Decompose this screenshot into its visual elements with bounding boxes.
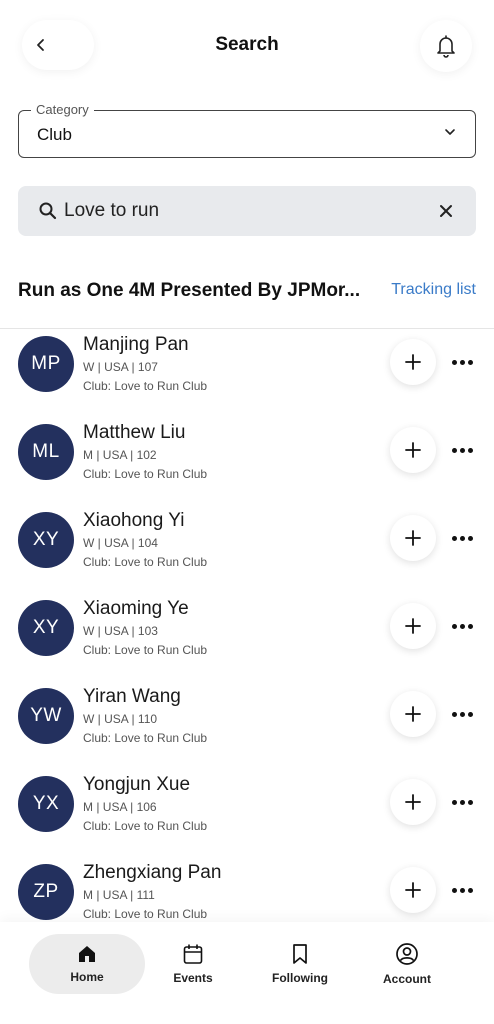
plus-icon [405,794,421,810]
follow-button[interactable] [390,339,436,385]
tab-label: Account [383,972,431,986]
avatar: MP [18,336,74,392]
runner-club: Club: Love to Run Club [83,819,208,833]
runner-club: Club: Love to Run Club [83,467,208,481]
tab-home[interactable]: Home [29,934,145,994]
runner-meta: W | USA | 103 [83,624,158,638]
category-label: Category [31,101,94,119]
plus-icon [405,618,421,634]
runner-club: Club: Love to Run Club [83,643,208,657]
search-input[interactable] [64,194,424,228]
more-icon[interactable] [448,354,476,370]
header: Search [0,0,494,92]
close-icon[interactable] [438,203,454,219]
avatar: XY [18,600,74,656]
home-icon [79,946,95,962]
chevron-down-icon [445,129,455,135]
follow-button[interactable] [390,691,436,737]
runner-meta: M | USA | 111 [83,888,155,902]
follow-button[interactable] [390,603,436,649]
runner-item[interactable]: YX Yongjun Xue M | USA | 106 Club: Love … [0,774,494,862]
plus-icon [405,530,421,546]
bookmark-icon [293,944,307,964]
runner-item[interactable]: MP Manjing Pan W | USA | 107 Club: Love … [0,334,494,422]
runner-name: Yongjun Xue [83,774,191,795]
runner-name: Yiran Wang [83,686,181,707]
notifications-button[interactable] [420,20,472,72]
runner-list: MP Manjing Pan W | USA | 107 Club: Love … [0,334,494,950]
plus-icon [405,882,421,898]
more-icon[interactable] [448,442,476,458]
runner-meta: M | USA | 102 [83,448,157,462]
tab-events[interactable]: Events [135,934,251,994]
avatar: ML [18,424,74,480]
runner-name: Xiaoming Ye [83,598,189,619]
runner-item[interactable]: XY Xiaohong Yi W | USA | 104 Club: Love … [0,510,494,598]
avatar: ZP [18,864,74,920]
search-bar [18,186,476,236]
more-icon[interactable] [448,618,476,634]
more-icon[interactable] [448,530,476,546]
avatar: YW [18,688,74,744]
runner-meta: W | USA | 107 [83,360,158,374]
follow-button[interactable] [390,779,436,825]
tab-label: Home [70,970,104,984]
more-icon[interactable] [448,706,476,722]
calendar-icon [183,944,203,964]
runner-club: Club: Love to Run Club [83,731,208,745]
bell-icon [437,35,455,58]
runner-name: Xiaohong Yi [83,510,185,531]
more-icon[interactable] [448,794,476,810]
runner-meta: W | USA | 110 [83,712,158,726]
plus-icon [405,354,421,370]
runner-item[interactable]: XY Xiaoming Ye W | USA | 103 Club: Love … [0,598,494,686]
follow-button[interactable] [390,515,436,561]
runner-meta: M | USA | 106 [83,800,157,814]
bottom-tab-bar: Home Events Following Account [0,922,494,1024]
tab-label: Events [173,971,213,985]
runner-name: Manjing Pan [83,334,189,355]
tab-following[interactable]: Following [242,934,358,994]
account-icon [396,943,418,965]
category-value: Club [37,125,72,144]
runner-item[interactable]: ML Matthew Liu M | USA | 102 Club: Love … [0,422,494,510]
runner-item[interactable]: YW Yiran Wang W | USA | 110 Club: Love t… [0,686,494,774]
avatar: YX [18,776,74,832]
avatar: XY [18,512,74,568]
tab-label: Following [272,971,328,985]
category-select[interactable]: Category Club [18,101,476,158]
search-icon [39,202,57,220]
runner-club: Club: Love to Run Club [83,379,208,393]
event-name: Run as One 4M Presented By JPMor... [18,280,361,301]
divider [0,328,494,329]
follow-button[interactable] [390,867,436,913]
plus-icon [405,442,421,458]
tab-account[interactable]: Account [349,934,465,994]
tracking-list-link[interactable]: Tracking list [391,281,476,299]
more-icon[interactable] [448,882,476,898]
follow-button[interactable] [390,427,436,473]
runner-meta: W | USA | 104 [83,536,158,550]
event-row: Run as One 4M Presented By JPMor... Trac… [0,272,494,312]
runner-club: Club: Love to Run Club [83,555,208,569]
runner-name: Zhengxiang Pan [83,862,222,883]
runner-club: Club: Love to Run Club [83,907,208,921]
runner-name: Matthew Liu [83,422,186,443]
plus-icon [405,706,421,722]
